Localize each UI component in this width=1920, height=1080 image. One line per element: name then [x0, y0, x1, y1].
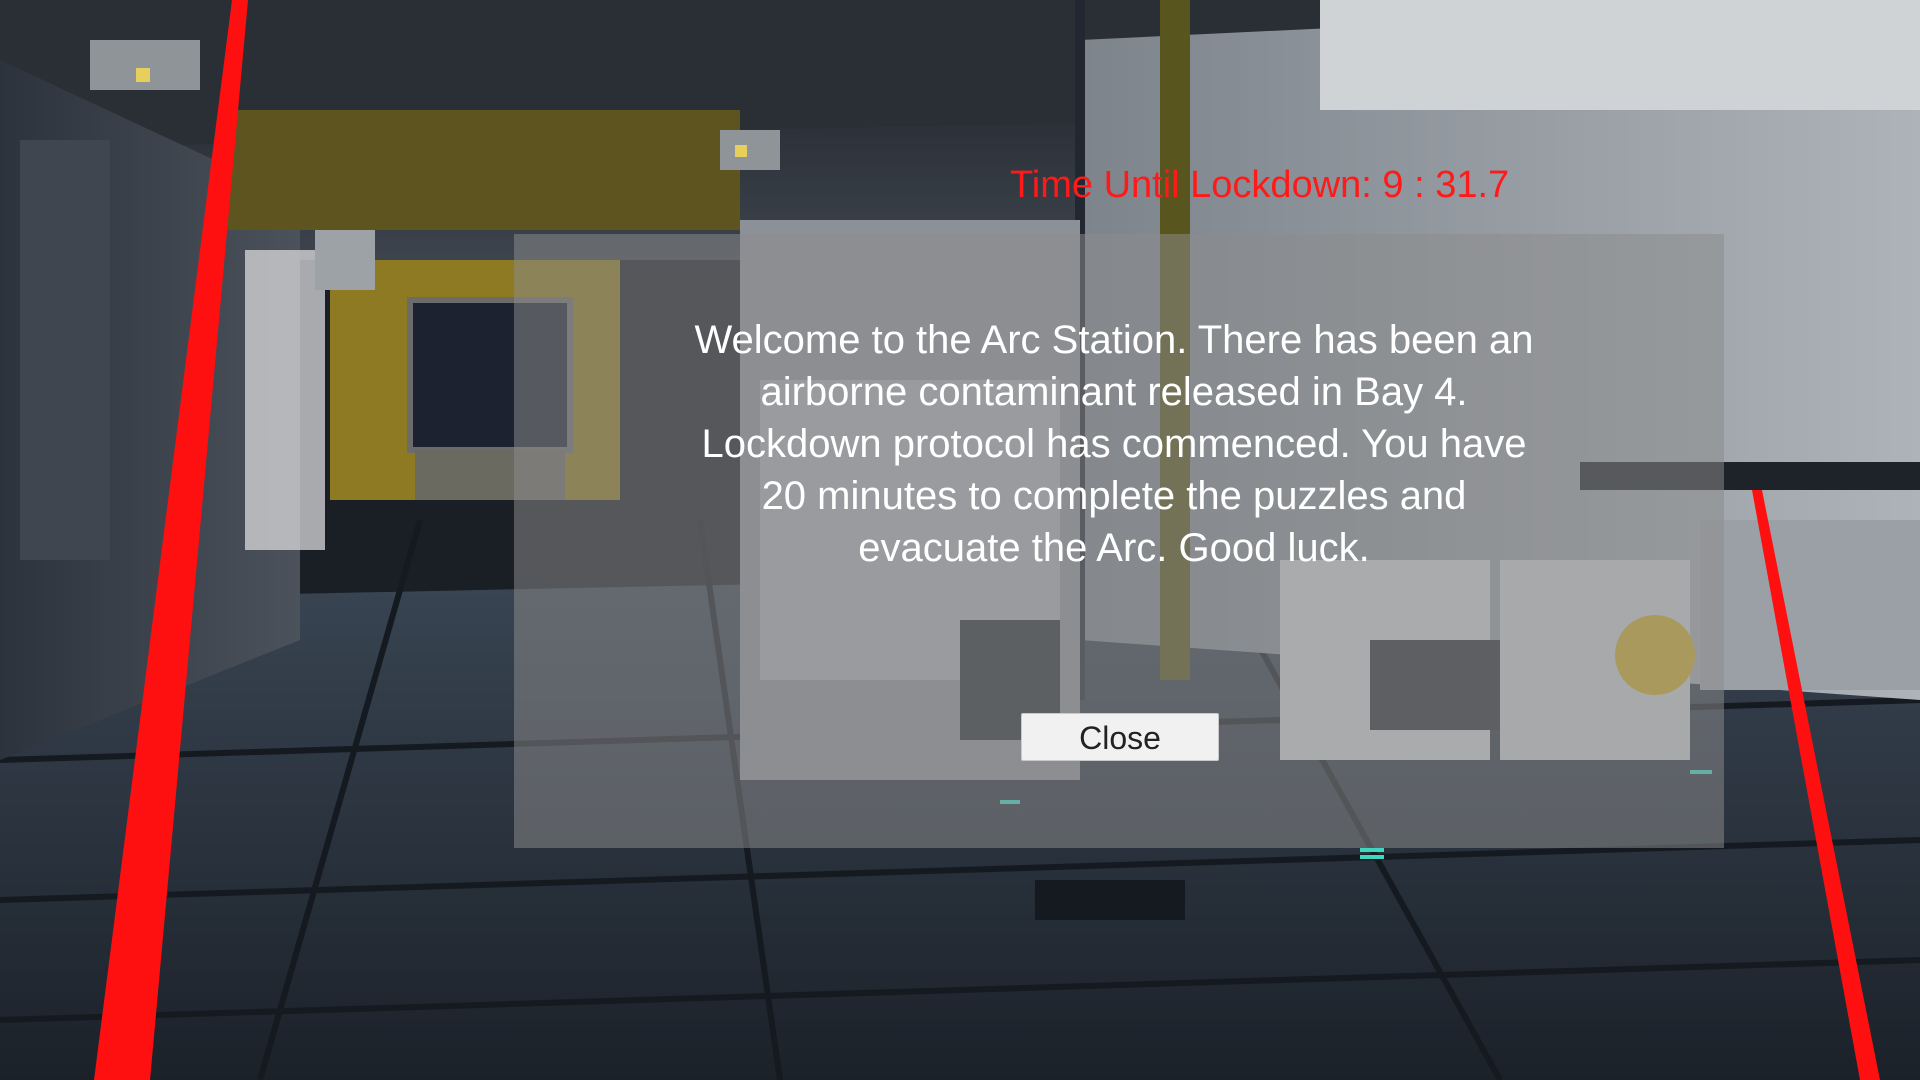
welcome-dialog: Welcome to the Arc Station. There has be… — [514, 234, 1724, 848]
close-button[interactable]: Close — [1021, 713, 1219, 761]
dialog-message: Welcome to the Arc Station. There has be… — [694, 318, 1534, 570]
lockdown-timer: Time Until Lockdown: 9 : 31.7 — [1010, 164, 1510, 206]
